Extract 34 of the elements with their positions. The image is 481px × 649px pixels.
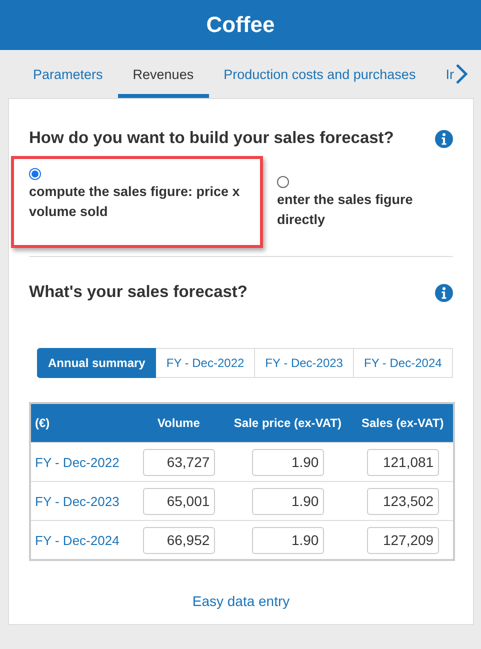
sales-field[interactable]: 121,081 xyxy=(366,448,439,476)
option-label: compute the sales figure: price x volume sold xyxy=(29,183,241,221)
period-cell: FY - Dec-2022 xyxy=(30,442,134,482)
radio-button[interactable] xyxy=(277,176,289,188)
option-label: enter the sales figure directly xyxy=(277,191,414,229)
period-tab[interactable]: FY - Dec-2023 xyxy=(255,348,354,378)
column-header: Volume xyxy=(134,403,224,442)
tab[interactable]: Production costs and purchases xyxy=(208,50,431,98)
sales-field[interactable]: 123,502 xyxy=(366,488,439,514)
tab[interactable]: Parameters xyxy=(18,50,118,98)
info-icon[interactable] xyxy=(435,130,453,148)
tab[interactable]: Ir xyxy=(430,50,454,98)
volume-field[interactable]: 66,952 xyxy=(142,526,215,554)
period-tab[interactable]: FY - Dec-2022 xyxy=(156,348,256,378)
radio-button[interactable] xyxy=(29,168,41,180)
section-title: What's your sales forecast? xyxy=(29,283,248,302)
volume-field[interactable]: 65,001 xyxy=(142,488,215,514)
sales-field[interactable]: 127,209 xyxy=(366,526,439,554)
chevron-right-icon[interactable] xyxy=(454,63,469,85)
period-cell: FY - Dec-2024 xyxy=(30,520,134,560)
period-tab[interactable]: Annual summary xyxy=(37,348,156,378)
volume-field[interactable]: 63,727 xyxy=(142,448,215,476)
column-header: Sale price (ex-VAT) xyxy=(223,403,352,442)
easy-data-entry-link[interactable]: Easy data entry xyxy=(192,593,290,609)
section-title: How do you want to build your sales forecast? xyxy=(29,129,394,148)
price-field[interactable]: 1.90 xyxy=(252,448,324,476)
column-header: Sales (ex-VAT) xyxy=(352,403,454,442)
column-header: (€) xyxy=(30,403,134,442)
period-tab[interactable]: FY - Dec-2024 xyxy=(354,348,453,378)
period-cell: FY - Dec-2023 xyxy=(30,482,134,520)
app-title: Coffee xyxy=(206,12,275,38)
info-icon[interactable] xyxy=(435,284,453,302)
price-field[interactable]: 1.90 xyxy=(252,488,324,514)
price-field[interactable]: 1.90 xyxy=(252,526,324,554)
